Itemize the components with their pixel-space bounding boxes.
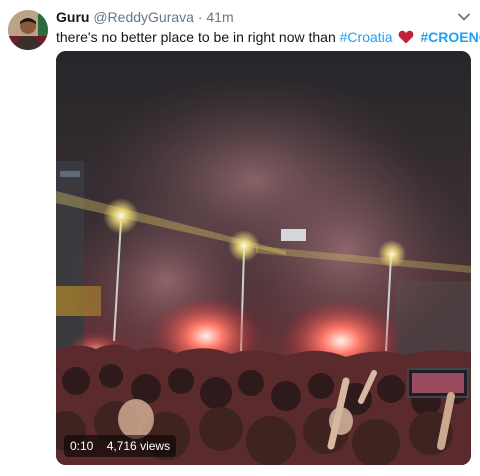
video-player[interactable]: 0:10 4,716 views (56, 51, 471, 465)
hashtag-croeng[interactable]: #CROENG (420, 29, 480, 45)
video-frame (56, 51, 471, 465)
video-duration: 0:10 (70, 439, 94, 453)
heart-icon (399, 30, 414, 44)
avatar[interactable] (8, 10, 48, 50)
author-name[interactable]: Guru (56, 9, 89, 25)
author-handle[interactable]: @ReddyGurava (93, 9, 194, 25)
chevron-down-icon[interactable] (457, 10, 471, 24)
timestamp[interactable]: 41m (206, 9, 233, 25)
video-views: 4,716 views (106, 439, 171, 453)
tweet-header: Guru @ReddyGurava · 41m (56, 9, 450, 27)
tweet-card: Guru @ReddyGurava · 41m there's no bette… (0, 0, 480, 476)
tweet-text: there's no better place to be in right n… (56, 28, 480, 46)
hashtag-croatia[interactable]: #Croatia (340, 29, 393, 45)
video-info-overlay: 0:10 4,716 views (64, 435, 177, 457)
separator-dot: · (197, 9, 203, 25)
tweet-body: there's no better place to be in right n… (56, 29, 336, 45)
